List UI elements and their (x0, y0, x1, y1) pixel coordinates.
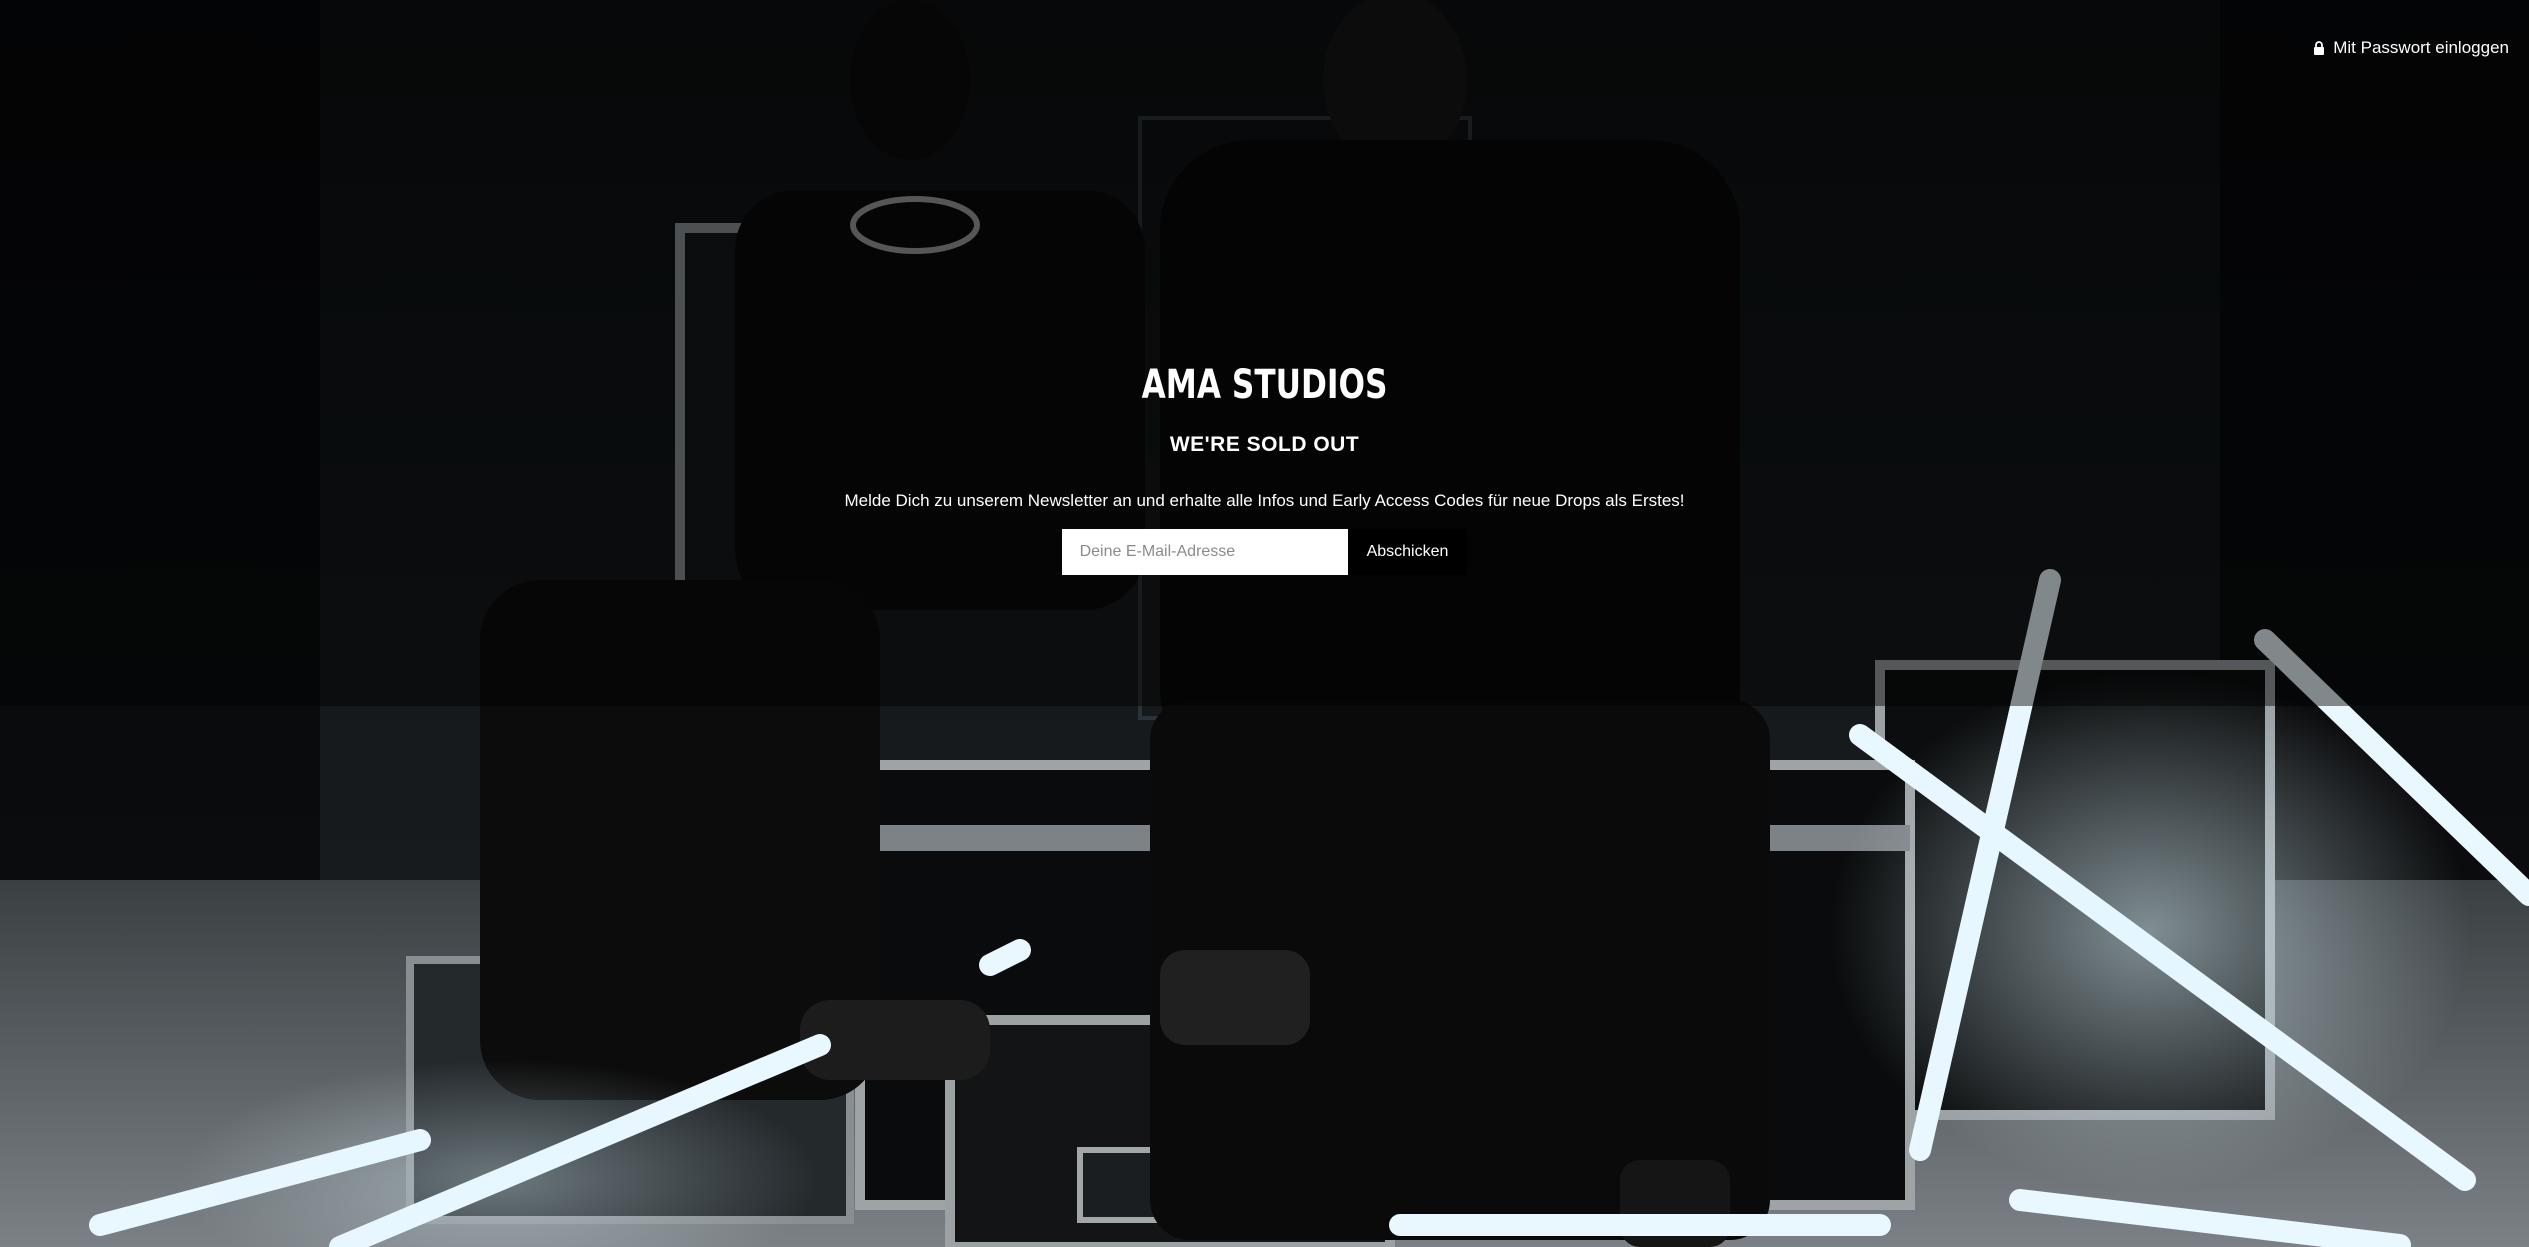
submit-button[interactable]: Abschicken (1347, 529, 1468, 575)
email-input[interactable] (1061, 529, 1348, 575)
brand-logo: AMA STUDIOS (1141, 362, 1388, 408)
page-headline: WE'RE SOLD OUT (1169, 433, 1360, 456)
password-login-label: Mit Passwort einloggen (2333, 38, 2509, 57)
newsletter-form: Abschicken (0, 529, 2529, 575)
password-content: AMA STUDIOS WE'RE SOLD OUT Melde Dich zu… (0, 355, 2529, 575)
lock-icon (2314, 41, 2325, 55)
password-page: Mit Passwort einloggen AMA STUDIOS WE'RE… (0, 0, 2529, 1247)
hero-overlay (0, 0, 2529, 706)
newsletter-text: Melde Dich zu unserem Newsletter an und … (844, 491, 1685, 510)
password-login-link[interactable]: Mit Passwort einloggen (2313, 38, 2509, 58)
